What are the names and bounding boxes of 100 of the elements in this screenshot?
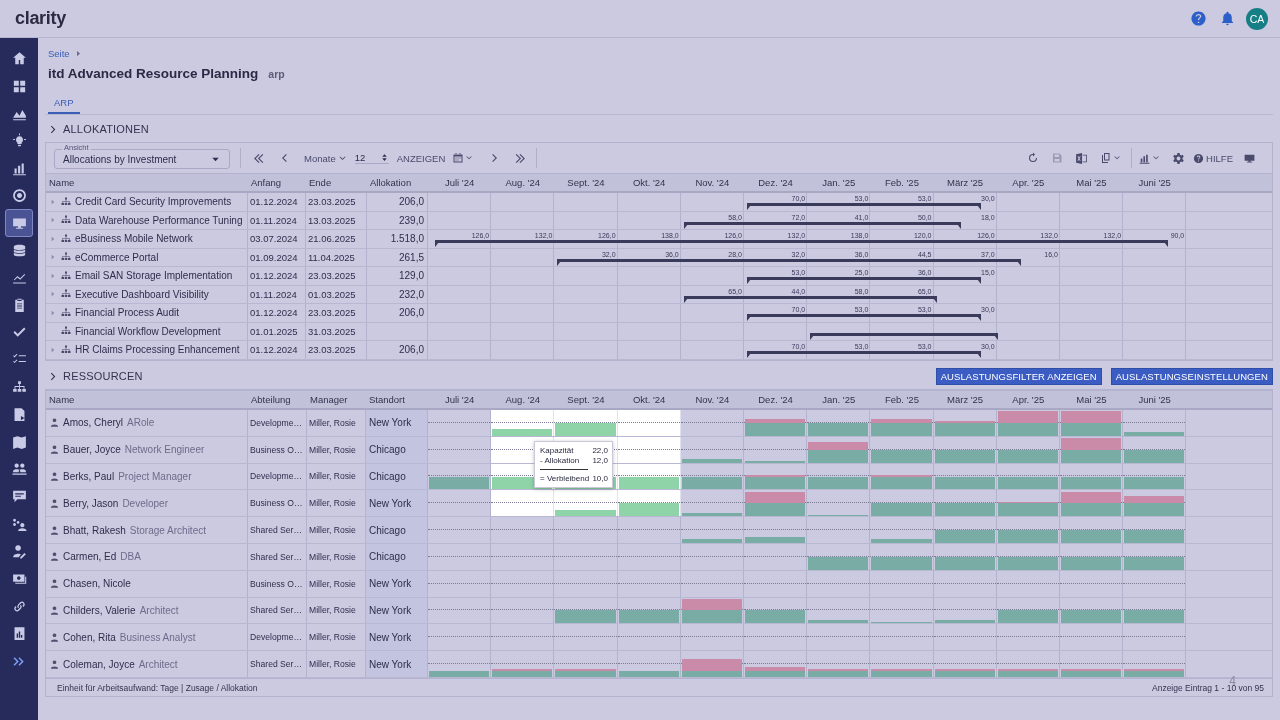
month-header: Jan. '25: [821, 393, 857, 407]
tooltip-label: = Verbleibend: [540, 474, 590, 483]
month-header: Apr. '25: [1011, 176, 1046, 190]
section-title[interactable]: ALLOKATIONEN: [63, 123, 149, 135]
resource-role: Architect: [139, 604, 179, 616]
action-button[interactable]: AUSLASTUNGSEINSTELLUNGEN: [1110, 367, 1273, 385]
project-name[interactable]: Credit Card Security Improvements: [75, 196, 232, 208]
resource-name[interactable]: Bhatt, Rakesh: [63, 524, 126, 536]
department-value: Business O…: [248, 436, 307, 463]
project-name[interactable]: Executive Dashboard Visibility: [75, 288, 209, 300]
section-title[interactable]: RESSOURCEN: [63, 370, 143, 382]
location-value: New York: [366, 490, 428, 517]
department-value: Business O…: [248, 490, 307, 517]
end-date: 21.06.2025: [306, 230, 367, 248]
start-date: 01.12.2024: [248, 304, 306, 322]
month-header: März '25: [946, 393, 985, 407]
month-header: Feb. '25: [883, 176, 920, 190]
breadcrumb-link[interactable]: Seite: [48, 47, 70, 59]
month-header: Feb. '25: [883, 393, 920, 407]
action-button[interactable]: AUSLASTUNGSFILTER ANZEIGEN: [935, 367, 1102, 385]
column-header[interactable]: Standort: [366, 391, 428, 408]
start-date: 01.12.2024: [248, 193, 306, 211]
month-header: März '25: [946, 176, 985, 190]
column-header[interactable]: Name: [46, 174, 248, 191]
month-header: Juli '24: [443, 393, 476, 407]
logo[interactable]: clarity: [15, 8, 1178, 29]
resource-role: Business Analyst: [119, 631, 196, 643]
start-date: 03.07.2024: [248, 230, 306, 248]
project-name[interactable]: HR Claims Processing Enhancement: [75, 344, 240, 356]
resource-role: Project Manager: [118, 471, 192, 482]
location-value: Chicago: [366, 517, 428, 543]
month-header: Aug. '24: [504, 393, 542, 407]
tooltip-value: 22,0: [592, 446, 608, 455]
tab[interactable]: ARP: [48, 93, 80, 114]
month-header: Mai '25: [1075, 393, 1108, 407]
resource-name[interactable]: Berks, Paul: [63, 471, 115, 482]
allocation-value: 239,0: [367, 211, 428, 229]
count-field[interactable]: 12: [354, 152, 389, 164]
show-button[interactable]: ANZEIGEN: [396, 152, 446, 164]
user-avatar[interactable]: CA: [1246, 7, 1268, 30]
month-header: Aug. '24: [504, 176, 542, 190]
dropdown-value: Allocations by Investment: [63, 153, 177, 165]
resource-role: Network Engineer: [124, 444, 205, 456]
resource-role: Architect: [138, 658, 178, 670]
resource-role: DBA: [120, 551, 141, 563]
month-header: Nov. '24: [694, 393, 731, 407]
end-date: 23.03.2025: [306, 341, 367, 359]
location-value: Chicago: [366, 463, 428, 490]
project-name[interactable]: Email SAN Storage Implementation: [75, 270, 233, 282]
month-header: Jan. '25: [821, 176, 857, 190]
start-date: 01.12.2024: [248, 267, 306, 285]
allocation-value: 206,0: [367, 341, 428, 359]
month-header: Dez. '24: [757, 176, 794, 190]
end-date: 11.04.2025: [306, 248, 367, 266]
column-header[interactable]: Name: [46, 391, 248, 408]
tooltip-value: 10,0: [592, 474, 608, 483]
month-header: Apr. '25: [1011, 393, 1046, 407]
end-date: 23.03.2025: [306, 193, 367, 211]
column-header[interactable]: Manager: [307, 391, 366, 408]
location-value: Chicago: [366, 436, 428, 463]
unit-note: Einheit für Arbeitsaufwand: Tage | Zusage / Allokation: [57, 682, 258, 693]
month-header: Juli '24: [443, 176, 476, 190]
location-value: New York: [366, 597, 428, 624]
month-header: Juni '25: [1137, 393, 1172, 407]
department-value: Developme…: [248, 624, 307, 651]
allocation-value: 206,0: [367, 193, 428, 211]
start-date: 01.09.2024: [248, 248, 306, 266]
month-header: Okt. '24: [631, 393, 667, 407]
department-value: Shared Ser…: [248, 651, 307, 677]
resource-name[interactable]: Childers, Valerie: [63, 604, 136, 616]
resource-name[interactable]: Berry, Jason: [63, 497, 119, 509]
project-name[interactable]: eCommerce Portal: [75, 251, 159, 263]
help-button[interactable]: HILFE: [1206, 152, 1233, 164]
resource-name[interactable]: Chasen, Nicole: [63, 578, 131, 590]
project-name[interactable]: Data Warehouse Performance Tuning: [75, 214, 243, 226]
project-name[interactable]: eBusiness Mobile Network: [75, 233, 193, 245]
month-header: Sept. '24: [566, 393, 606, 407]
project-name[interactable]: Financial Process Audit: [75, 307, 179, 319]
resource-role: ARole: [127, 417, 155, 429]
page-title: itd Advanced Resource Planning: [48, 66, 259, 81]
allocation-value: 129,0: [367, 267, 428, 285]
tooltip-label: Kapazität: [540, 446, 574, 455]
end-date: 01.03.2025: [306, 285, 367, 303]
allocation-value: 232,0: [367, 285, 428, 303]
start-date: 01.11.2024: [248, 211, 306, 229]
resource-role: Storage Architect: [129, 524, 206, 536]
column-header[interactable]: Ende: [306, 174, 367, 191]
count-value: 12: [354, 152, 366, 163]
resource-name[interactable]: Carmen, Ed: [63, 551, 117, 563]
resource-name[interactable]: Bauer, Joyce: [63, 444, 121, 456]
tooltip-label: - Allokation: [540, 456, 580, 465]
resource-name[interactable]: Amos, Cheryl: [63, 417, 123, 429]
column-header[interactable]: Anfang: [248, 174, 306, 191]
column-header[interactable]: Abteilung: [248, 391, 307, 408]
period-dropdown[interactable]: Monate: [304, 152, 336, 164]
end-date: 13.03.2025: [306, 211, 367, 229]
column-header[interactable]: Allokation: [367, 174, 428, 191]
resource-name[interactable]: Coleman, Joyce: [63, 658, 135, 670]
project-name[interactable]: Financial Workflow Development: [75, 325, 221, 337]
resource-name[interactable]: Cohen, Rita: [63, 631, 116, 643]
